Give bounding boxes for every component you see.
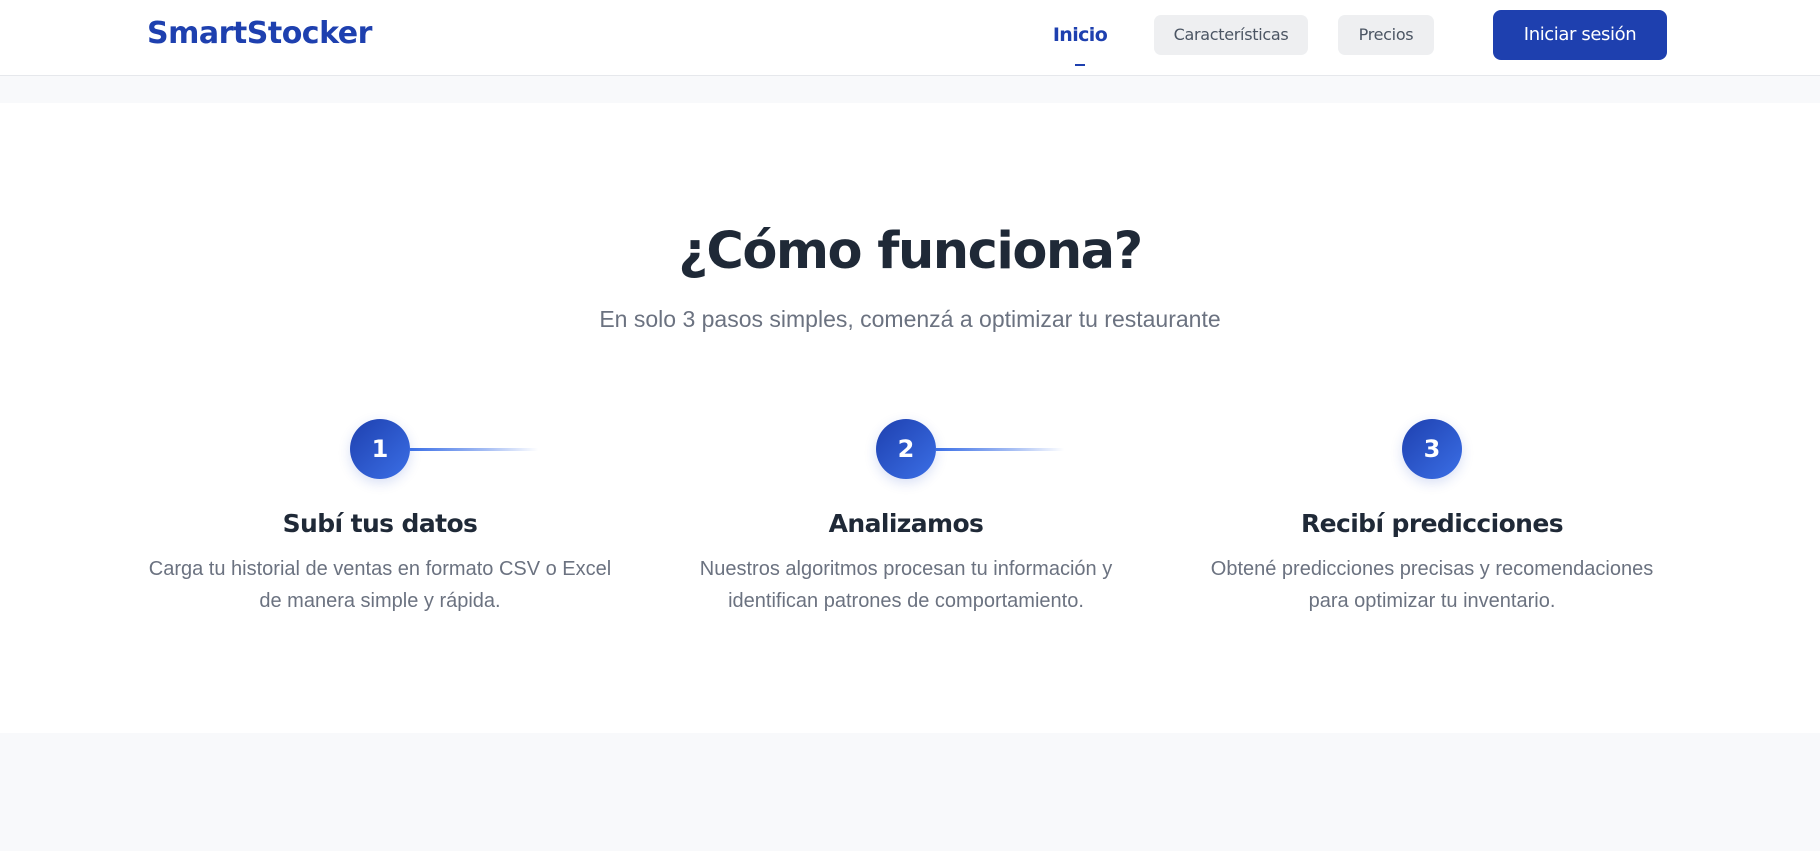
step-description: Obtené predicciones precisas y recomenda… <box>1210 558 1654 612</box>
step-number-badge: 2 <box>876 419 936 479</box>
step-title: Subí tus datos <box>282 509 478 538</box>
step-number-badge: 3 <box>1402 419 1462 479</box>
step-description: Nuestros algoritmos procesan tu informac… <box>699 558 1113 612</box>
step-title: Analizamos <box>828 509 984 538</box>
step-connector-line <box>410 448 538 451</box>
step-card: 2 Analizamos Nuestros algoritmos procesa… <box>671 419 1141 639</box>
nav-link-pricing[interactable]: Precios <box>1338 15 1434 55</box>
nav-link-features[interactable]: Características <box>1154 15 1308 55</box>
login-button[interactable]: Iniciar sesión <box>1493 10 1667 60</box>
brand-logo[interactable]: SmartStocker <box>147 14 372 54</box>
step-title: Recibí predicciones <box>1300 509 1564 538</box>
how-it-works-section: ¿Cómo funciona? En solo 3 pasos simples,… <box>0 103 1820 733</box>
section-title: ¿Cómo funciona? <box>678 222 1143 281</box>
step-number-badge: 1 <box>350 419 410 479</box>
step-description: Carga tu historial de ventas en formato … <box>148 558 612 612</box>
step-card: 1 Subí tus datos Carga tu historial de v… <box>145 419 615 639</box>
active-nav-indicator <box>1075 64 1085 66</box>
section-subtitle: En solo 3 pasos simples, comenzá a optim… <box>599 306 1221 332</box>
site-header: SmartStocker Inicio Características Prec… <box>0 0 1820 76</box>
step-connector-line <box>936 448 1064 451</box>
step-card: 3 Recibí predicciones Obtené prediccione… <box>1197 419 1667 639</box>
nav-link-home[interactable]: Inicio <box>1040 18 1120 52</box>
